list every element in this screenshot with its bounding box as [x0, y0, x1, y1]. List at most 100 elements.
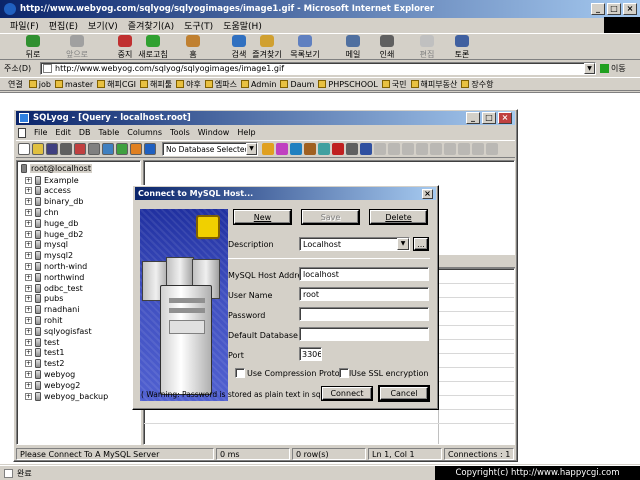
ie-title-bar[interactable]: http://www.webyog.com/sqlyog/sqlyogimage… — [0, 0, 640, 18]
expand-icon[interactable]: + — [25, 263, 32, 271]
toolbar-button-7[interactable]: 즐겨찾기 — [250, 34, 284, 60]
tool-icon-10[interactable] — [388, 143, 400, 155]
sqlyog-maximize-button[interactable]: □ — [482, 112, 496, 124]
link-item[interactable]: 장수항 — [461, 79, 493, 90]
ie-menu-item[interactable]: 즐겨찾기(A) — [128, 19, 174, 32]
connect-button[interactable]: Connect — [322, 387, 372, 400]
ie-menu-item[interactable]: 편집(E) — [49, 19, 78, 32]
expand-icon[interactable]: + — [25, 198, 32, 206]
expand-icon[interactable]: + — [25, 327, 32, 335]
tree-database-item[interactable]: + sqlyogisfast — [25, 326, 136, 337]
tree-database-item[interactable]: + webyog_backup — [25, 391, 136, 402]
tool-icon-9[interactable] — [374, 143, 386, 155]
save-button[interactable]: Save — [302, 210, 359, 224]
execute-icon[interactable] — [116, 143, 128, 155]
tree-database-item[interactable]: + huge_db2 — [25, 229, 136, 240]
sqlyog-menu-item[interactable]: Tools — [170, 128, 190, 137]
toolbar-button-1[interactable]: 뒤로 — [16, 34, 50, 60]
sqlyog-menu-item[interactable]: Edit — [55, 128, 71, 137]
tree-database-item[interactable]: + Example — [25, 175, 136, 186]
tool-icon-7[interactable] — [346, 143, 358, 155]
default-db-input[interactable] — [299, 327, 429, 341]
expand-icon[interactable]: + — [25, 187, 32, 195]
toolbar-button-12[interactable]: 토론 — [445, 34, 479, 60]
toolbar-button-10[interactable]: 인쇄 — [370, 34, 404, 60]
tree-database-item[interactable]: + northwind — [25, 272, 136, 283]
tree-database-item[interactable]: + odbc_test — [25, 283, 136, 294]
tree-database-item[interactable]: + webyog2 — [25, 380, 136, 391]
expand-icon[interactable]: + — [25, 392, 32, 400]
expand-icon[interactable]: + — [25, 338, 32, 346]
sqlyog-menu-item[interactable]: Table — [99, 128, 120, 137]
expand-icon[interactable]: + — [25, 284, 32, 292]
host-input[interactable]: localhost — [299, 267, 429, 281]
tool-icon-11[interactable] — [402, 143, 414, 155]
expand-icon[interactable]: + — [25, 295, 32, 303]
tree-database-item[interactable]: + access — [25, 186, 136, 197]
ie-menu-item[interactable]: 파일(F) — [10, 19, 39, 32]
tree-database-item[interactable]: + north-wind — [25, 261, 136, 272]
sqlyog-minimize-button[interactable]: _ — [466, 112, 480, 124]
tool-icon-8[interactable] — [360, 143, 372, 155]
toolbar-button-4[interactable]: 새로고침 — [136, 34, 170, 60]
tree-root[interactable]: root@localhost — [21, 163, 136, 174]
tree-database-item[interactable]: + binary_db — [25, 196, 136, 207]
copy-icon[interactable] — [74, 143, 86, 155]
chevron-down-icon[interactable]: ▼ — [246, 143, 257, 155]
dialog-title-bar[interactable]: Connect to MySQL Host... × — [135, 187, 436, 200]
undo-icon[interactable] — [102, 143, 114, 155]
tree-database-item[interactable]: + pubs — [25, 294, 136, 305]
database-icon[interactable] — [144, 143, 156, 155]
cut-icon[interactable] — [60, 143, 72, 155]
go-button[interactable]: 이동 — [600, 63, 626, 74]
tree-database-item[interactable]: + chn — [25, 207, 136, 218]
ie-menu-item[interactable]: 보기(V) — [88, 19, 118, 32]
link-item[interactable]: 해피툴 — [140, 79, 172, 90]
expand-icon[interactable]: + — [25, 317, 32, 325]
link-item[interactable]: job — [28, 80, 51, 89]
database-select[interactable]: No Database Selected ▼ — [162, 142, 258, 156]
new-button[interactable]: New — [234, 210, 291, 224]
tool-icon-6[interactable] — [332, 143, 344, 155]
tool-icon-14[interactable] — [444, 143, 456, 155]
compression-checkbox[interactable] — [235, 368, 245, 378]
tree-database-item[interactable]: + rohit — [25, 315, 136, 326]
link-item[interactable]: 야후 — [176, 79, 201, 90]
tree-database-item[interactable]: + mysql2 — [25, 250, 136, 261]
tool-icon-3[interactable] — [290, 143, 302, 155]
expand-icon[interactable]: + — [25, 241, 32, 249]
port-input[interactable]: 3306 — [299, 347, 322, 361]
tool-icon-2[interactable] — [276, 143, 288, 155]
sqlyog-close-button[interactable]: × — [498, 112, 512, 124]
ie-menu-item[interactable]: 도구(T) — [184, 19, 213, 32]
tree-database-item[interactable]: + mysql — [25, 240, 136, 251]
new-file-icon[interactable] — [18, 143, 30, 155]
expand-icon[interactable]: + — [25, 209, 32, 217]
expand-icon[interactable]: + — [25, 219, 32, 227]
open-folder-icon[interactable] — [32, 143, 44, 155]
cancel-button[interactable]: Cancel — [380, 387, 428, 400]
expand-icon[interactable]: + — [25, 349, 32, 357]
tool-icon-17[interactable] — [486, 143, 498, 155]
expand-icon[interactable]: + — [25, 360, 32, 368]
tool-icon-15[interactable] — [458, 143, 470, 155]
link-item[interactable]: Daum — [280, 80, 314, 89]
toolbar-button-9[interactable]: 메일 — [336, 34, 370, 60]
toolbar-button-11[interactable]: 편집 — [410, 34, 444, 60]
link-item[interactable]: 해피부동산 — [410, 79, 457, 90]
sqlyog-menu-item[interactable]: Help — [237, 128, 255, 137]
expand-icon[interactable]: + — [25, 176, 32, 184]
tool-icon-13[interactable] — [430, 143, 442, 155]
link-item[interactable]: 국민 — [381, 79, 407, 90]
link-item[interactable]: Admin — [240, 80, 276, 89]
link-item[interactable]: master — [54, 80, 93, 89]
expand-icon[interactable]: + — [25, 230, 32, 238]
tool-icon-5[interactable] — [318, 143, 330, 155]
paste-icon[interactable] — [88, 143, 100, 155]
sqlyog-menu-item[interactable]: Window — [198, 128, 230, 137]
minimize-button[interactable]: _ — [591, 3, 605, 15]
expand-icon[interactable]: + — [25, 252, 32, 260]
ssl-checkbox[interactable] — [339, 368, 349, 378]
tool-icon-16[interactable] — [472, 143, 484, 155]
delete-button[interactable]: Delete — [370, 210, 427, 224]
